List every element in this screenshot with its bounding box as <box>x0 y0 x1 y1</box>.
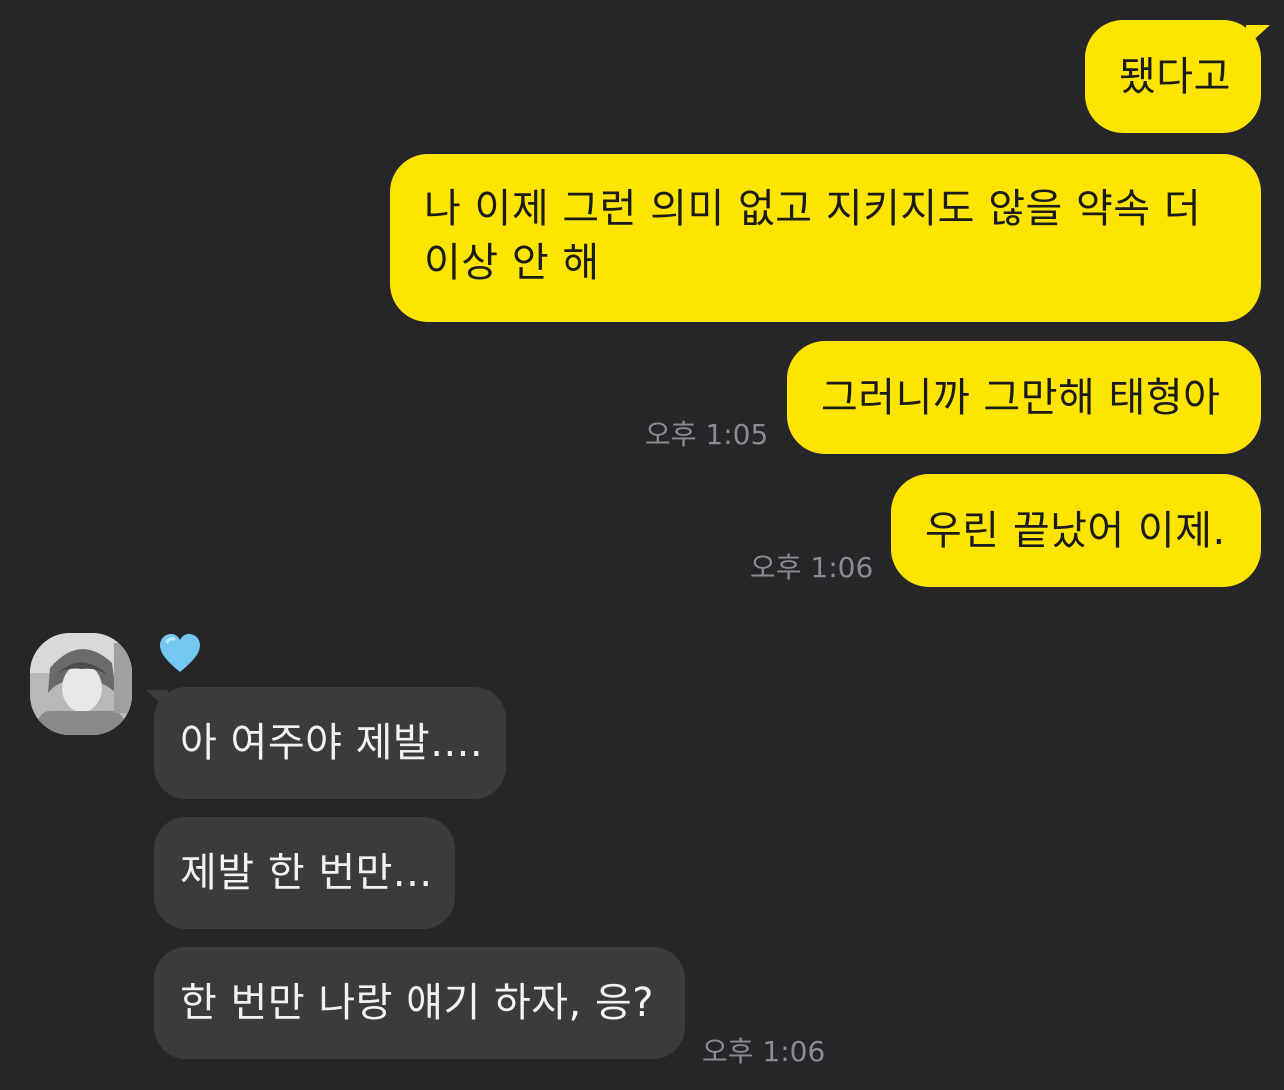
received-message-bubble[interactable]: 아 여주야 제발.... <box>154 687 506 799</box>
message-timestamp: 오후 1:06 <box>702 1035 826 1068</box>
received-message-bubble[interactable]: 한 번만 나랑 얘기 하자, 응? <box>154 947 685 1059</box>
message-text: 제발 한 번만... <box>180 850 433 896</box>
message-text: 한 번만 나랑 얘기 하자, 응? <box>180 980 655 1026</box>
sent-message-bubble[interactable]: 그러니까 그만해 태형아 <box>787 341 1261 454</box>
bubble-tail <box>1246 25 1270 47</box>
message-text: 나 이제 그런 의미 없고 지키지도 않을 약속 더 이상 안 해 <box>424 186 1202 286</box>
message-timestamp: 오후 1:05 <box>645 418 769 451</box>
message-timestamp: 오후 1:06 <box>750 551 874 584</box>
message-text: 아 여주야 제발.... <box>180 720 484 766</box>
sent-message-bubble[interactable]: 됐다고 <box>1085 20 1261 133</box>
received-message-bubble[interactable]: 제발 한 번만... <box>154 817 455 929</box>
sender-name-heart-icon <box>158 632 202 676</box>
message-text: 우린 끝났어 이제. <box>925 507 1226 554</box>
message-text: 됐다고 <box>1119 53 1231 100</box>
avatar-image <box>30 633 132 735</box>
sent-message-bubble[interactable]: 나 이제 그런 의미 없고 지키지도 않을 약속 더 이상 안 해 <box>390 154 1261 322</box>
sender-avatar[interactable] <box>30 633 132 735</box>
message-text: 그러니까 그만해 태형아 <box>821 374 1221 421</box>
sent-message-bubble[interactable]: 우린 끝났어 이제. <box>891 474 1261 587</box>
